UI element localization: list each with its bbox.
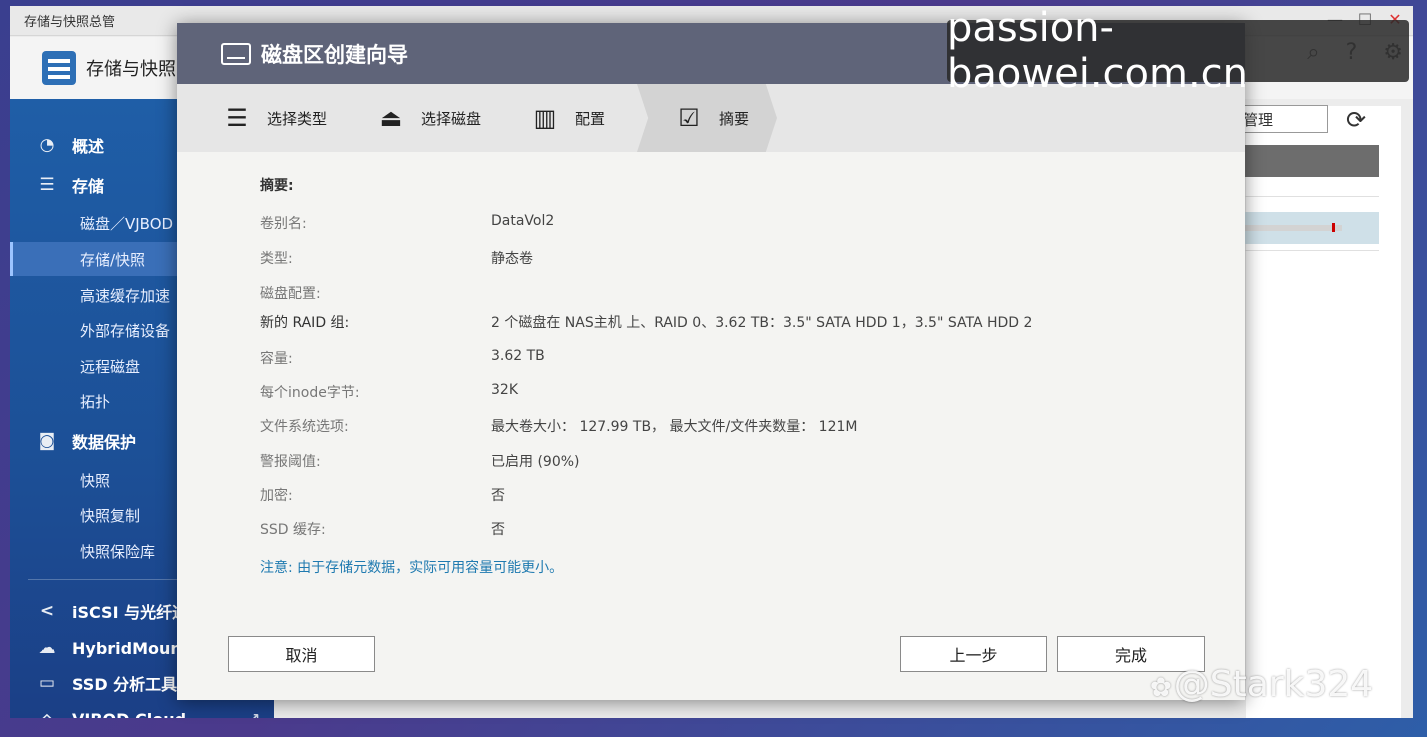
step-select-disk: ⏏ 选择磁盘 — [375, 84, 481, 152]
list-icon: ☰ — [226, 104, 248, 132]
wizard-title: 磁盘区创建向导 — [261, 42, 408, 67]
step-summary: ☑ 摘要 — [637, 84, 777, 152]
cloud-mount-icon: ☁ — [38, 638, 56, 658]
sidebar-item-label: 数据保护 — [72, 433, 137, 452]
sidebar-item-label: iSCSI 与光纤通 — [72, 603, 189, 622]
row-label: 加密: — [260, 488, 293, 504]
table-divider — [1236, 196, 1379, 197]
row-label: 卷别名: — [260, 216, 307, 232]
row-value: 2 个磁盘在 NAS主机 上、RAID 0、3.62 TB：3.5" SATA … — [491, 315, 1033, 331]
summary-row-encryption: 加密: 否 — [260, 485, 1160, 505]
step-label: 选择磁盘 — [421, 109, 482, 128]
sidebar-item-label: VJBOD Cloud — [72, 710, 186, 719]
summary-row-disk-config: 磁盘配置: — [260, 283, 1160, 303]
app-header-title: 存储与快照 — [86, 59, 176, 80]
clipboard-check-icon: ☑ — [678, 104, 700, 132]
row-label: 磁盘配置: — [260, 286, 321, 302]
step-config: ▥ 配置 — [529, 84, 605, 152]
sidebar-item-label: 概述 — [72, 137, 105, 156]
row-label: 警报阈值: — [260, 454, 321, 470]
row-value: 静态卷 — [491, 251, 533, 267]
row-label: 文件系统选项: — [260, 419, 349, 435]
usage-bar — [1242, 225, 1342, 231]
manage-button[interactable]: 管理 — [1238, 105, 1328, 133]
usage-mark — [1332, 223, 1335, 232]
paw-icon: ✿ — [1150, 673, 1172, 703]
sidebar-item-label: HybridMount — [72, 638, 190, 658]
ssd-icon: ▭ — [38, 673, 56, 693]
capacity-note: 注意: 由于存储元数据，实际可用容量可能更小。 — [260, 560, 564, 576]
sidebar-item-vjbod-cloud[interactable]: ⌂ VJBOD Cloud ↗ — [10, 702, 274, 718]
row-label: 类型: — [260, 251, 293, 267]
summary-row-alert: 警报阈值: 已启用 (90%) — [260, 451, 1160, 471]
refresh-icon[interactable]: ⟳ — [1346, 106, 1366, 134]
row-value: 3.62 TB — [491, 348, 545, 364]
volume-creation-wizard: 磁盘区创建向导 ☰ 选择类型 ⏏ 选择磁盘 ▥ 配置 ☑ 摘要 摘要: 卷别名:… — [177, 23, 1245, 700]
step-label: 摘要 — [719, 109, 750, 128]
watermark-bottom: ✿@Stark324 — [1150, 664, 1373, 705]
sidebar-item-label: 存储 — [72, 177, 105, 196]
disk-icon: ⏏ — [379, 104, 403, 132]
summary-row-capacity: 容量: 3.62 TB — [260, 348, 1160, 368]
table-header — [1236, 145, 1379, 177]
vjbod-cloud-icon: ⌂ — [34, 709, 60, 718]
disk-drive-icon — [221, 42, 251, 65]
row-label: 容量: — [260, 351, 293, 367]
summary-heading: 摘要: — [260, 178, 294, 194]
background-content-panel — [1246, 106, 1401, 718]
sidebar-item-label: SSD 分析工具 — [72, 675, 178, 694]
summary-row-inode: 每个inode字节: 32K — [260, 382, 1160, 402]
row-value: 32K — [491, 382, 518, 398]
summary-row-type: 类型: 静态卷 — [260, 248, 1160, 268]
summary-row-raid-group: 新的 RAID 组: 2 个磁盘在 NAS主机 上、RAID 0、3.62 TB… — [260, 312, 1160, 332]
row-label: 每个inode字节: — [260, 385, 360, 401]
share-icon: < — [39, 601, 55, 621]
table-divider — [1236, 250, 1379, 251]
summary-row-alias: 卷别名: DataVol2 — [260, 213, 1160, 233]
row-value: 最大卷大小： 127.99 TB， 最大文件/文件夹数量： 121M — [491, 419, 858, 435]
row-value: 否 — [491, 488, 505, 504]
storage-app-icon — [42, 51, 76, 85]
watermark-top: passion-baowei.com.cn — [947, 5, 1409, 97]
row-value: DataVol2 — [491, 213, 555, 229]
table-row[interactable] — [1236, 212, 1379, 244]
row-label: SSD 缓存: — [260, 522, 326, 538]
cancel-button[interactable]: 取消 — [228, 636, 375, 672]
summary-row-fs-options: 文件系统选项: 最大卷大小： 127.99 TB， 最大文件/文件夹数量： 12… — [260, 416, 1160, 436]
watermark-bottom-text: @Stark324 — [1173, 664, 1374, 705]
camera-icon: ◙ — [38, 431, 56, 451]
database-icon: ☰ — [39, 175, 55, 195]
row-value: 已启用 (90%) — [491, 454, 580, 470]
back-button[interactable]: 上一步 — [900, 636, 1047, 672]
step-label: 选择类型 — [267, 109, 328, 128]
row-value: 否 — [491, 522, 505, 538]
row-label: 新的 RAID 组: — [260, 315, 350, 331]
gauge-icon: ◔ — [39, 135, 55, 155]
summary-row-ssd-cache: SSD 缓存: 否 — [260, 519, 1160, 539]
window-title: 存储与快照总管 — [24, 15, 116, 30]
step-select-type: ☰ 选择类型 — [221, 84, 327, 152]
step-label: 配置 — [575, 109, 606, 128]
external-link-icon: ↗ — [248, 711, 260, 718]
config-icon: ▥ — [533, 104, 557, 132]
